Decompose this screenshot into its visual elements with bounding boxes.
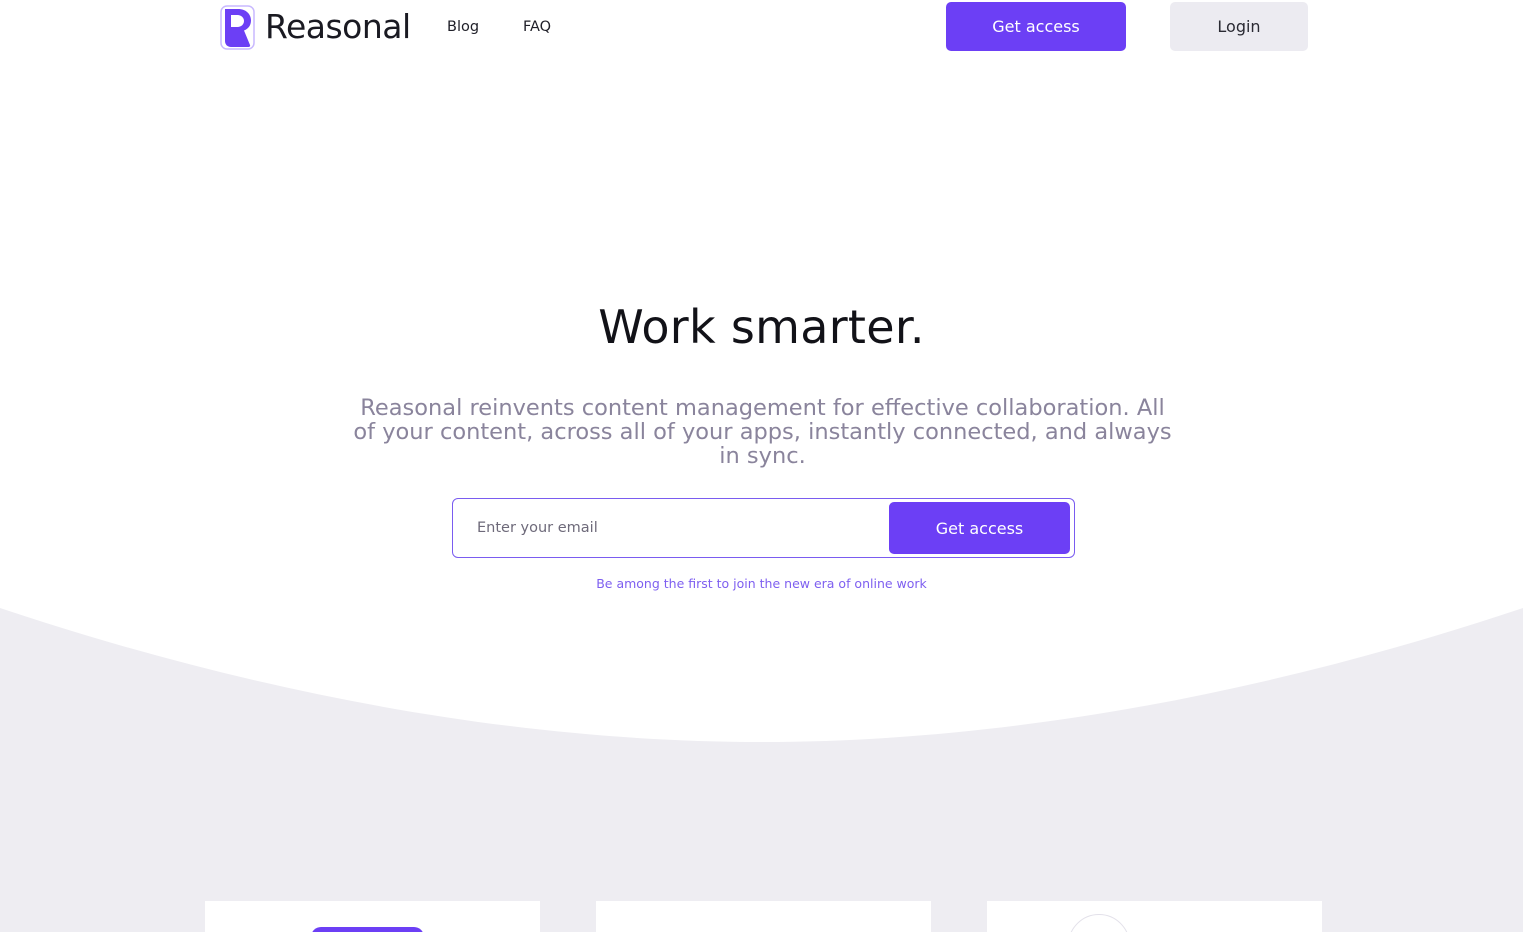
brand-name: Reasonal bbox=[265, 7, 411, 46]
feature-card-pill bbox=[311, 927, 424, 932]
login-button[interactable]: Login bbox=[1170, 2, 1308, 51]
signup-get-access-button[interactable]: Get access bbox=[889, 502, 1070, 554]
feature-card-3 bbox=[987, 901, 1322, 932]
feature-card-circle bbox=[1068, 914, 1130, 932]
nav-link-faq[interactable]: FAQ bbox=[523, 17, 551, 37]
brand-logo[interactable]: Reasonal bbox=[220, 4, 411, 50]
feature-card-2 bbox=[596, 901, 931, 932]
email-input[interactable] bbox=[454, 500, 884, 556]
feature-card-1 bbox=[205, 901, 540, 932]
hero-title: Work smarter. bbox=[598, 300, 925, 354]
nav-link-blog[interactable]: Blog bbox=[447, 17, 479, 37]
header-get-access-button[interactable]: Get access bbox=[946, 2, 1126, 51]
hero-subtitle: Reasonal reinvents content management fo… bbox=[353, 395, 1172, 469]
landing-page: Reasonal Blog FAQ Get access Login Work … bbox=[0, 0, 1523, 932]
reasonal-r-logo-icon bbox=[220, 4, 255, 50]
hero-curve-background bbox=[0, 608, 1523, 932]
email-signup-form: Get access bbox=[452, 498, 1075, 558]
signup-tagline: Be among the first to join the new era o… bbox=[596, 576, 927, 591]
